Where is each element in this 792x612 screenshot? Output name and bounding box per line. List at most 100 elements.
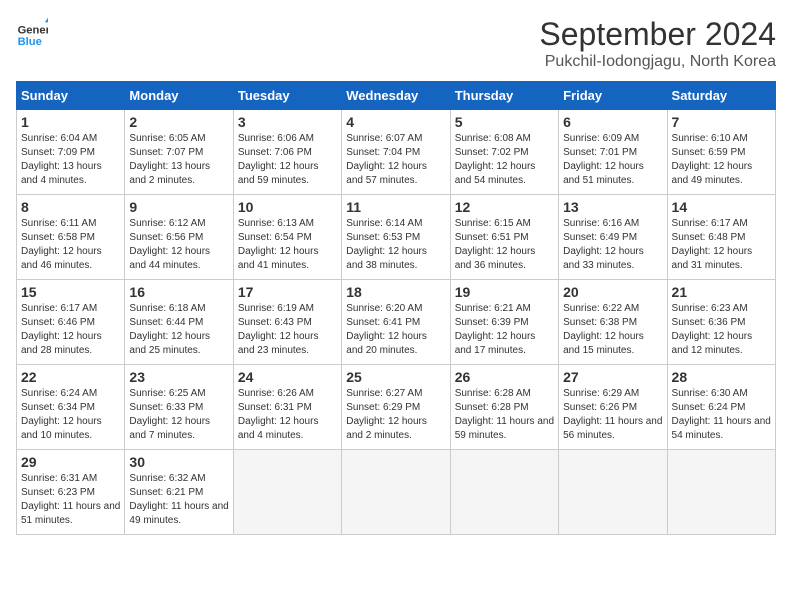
day-info: Sunrise: 6:21 AMSunset: 6:39 PMDaylight:… bbox=[455, 302, 554, 358]
day-number: 14 bbox=[672, 199, 771, 215]
day-number: 17 bbox=[238, 284, 337, 300]
calendar-day-cell: 11 Sunrise: 6:14 AMSunset: 6:53 PMDaylig… bbox=[342, 195, 450, 280]
calendar-day-cell bbox=[559, 450, 667, 535]
day-number: 4 bbox=[346, 114, 445, 130]
day-number: 30 bbox=[129, 454, 228, 470]
day-info: Sunrise: 6:04 AMSunset: 7:09 PMDaylight:… bbox=[21, 132, 120, 188]
calendar-day-cell: 19 Sunrise: 6:21 AMSunset: 6:39 PMDaylig… bbox=[450, 280, 558, 365]
calendar-day-cell: 20 Sunrise: 6:22 AMSunset: 6:38 PMDaylig… bbox=[559, 280, 667, 365]
day-info: Sunrise: 6:31 AMSunset: 6:23 PMDaylight:… bbox=[21, 472, 120, 528]
logo-icon: General Blue bbox=[16, 16, 48, 48]
calendar-day-cell bbox=[342, 450, 450, 535]
day-number: 1 bbox=[21, 114, 120, 130]
calendar-day-cell: 25 Sunrise: 6:27 AMSunset: 6:29 PMDaylig… bbox=[342, 365, 450, 450]
calendar-day-cell: 17 Sunrise: 6:19 AMSunset: 6:43 PMDaylig… bbox=[233, 280, 341, 365]
calendar-day-cell: 22 Sunrise: 6:24 AMSunset: 6:34 PMDaylig… bbox=[17, 365, 125, 450]
weekday-header-row: SundayMondayTuesdayWednesdayThursdayFrid… bbox=[17, 82, 776, 110]
day-info: Sunrise: 6:25 AMSunset: 6:33 PMDaylight:… bbox=[129, 387, 228, 443]
day-number: 28 bbox=[672, 369, 771, 385]
calendar-week-row: 8 Sunrise: 6:11 AMSunset: 6:58 PMDayligh… bbox=[17, 195, 776, 280]
day-info: Sunrise: 6:28 AMSunset: 6:28 PMDaylight:… bbox=[455, 387, 554, 443]
calendar-day-cell: 14 Sunrise: 6:17 AMSunset: 6:48 PMDaylig… bbox=[667, 195, 775, 280]
day-info: Sunrise: 6:30 AMSunset: 6:24 PMDaylight:… bbox=[672, 387, 771, 443]
day-number: 10 bbox=[238, 199, 337, 215]
day-number: 16 bbox=[129, 284, 228, 300]
weekday-header: Tuesday bbox=[233, 82, 341, 110]
calendar-day-cell: 29 Sunrise: 6:31 AMSunset: 6:23 PMDaylig… bbox=[17, 450, 125, 535]
day-info: Sunrise: 6:11 AMSunset: 6:58 PMDaylight:… bbox=[21, 217, 120, 273]
calendar-day-cell: 4 Sunrise: 6:07 AMSunset: 7:04 PMDayligh… bbox=[342, 110, 450, 195]
calendar-week-row: 15 Sunrise: 6:17 AMSunset: 6:46 PMDaylig… bbox=[17, 280, 776, 365]
calendar-day-cell: 16 Sunrise: 6:18 AMSunset: 6:44 PMDaylig… bbox=[125, 280, 233, 365]
day-number: 11 bbox=[346, 199, 445, 215]
day-number: 15 bbox=[21, 284, 120, 300]
day-number: 29 bbox=[21, 454, 120, 470]
weekday-header: Saturday bbox=[667, 82, 775, 110]
calendar-day-cell: 7 Sunrise: 6:10 AMSunset: 6:59 PMDayligh… bbox=[667, 110, 775, 195]
calendar-day-cell: 5 Sunrise: 6:08 AMSunset: 7:02 PMDayligh… bbox=[450, 110, 558, 195]
weekday-header: Wednesday bbox=[342, 82, 450, 110]
day-info: Sunrise: 6:17 AMSunset: 6:48 PMDaylight:… bbox=[672, 217, 771, 273]
day-info: Sunrise: 6:10 AMSunset: 6:59 PMDaylight:… bbox=[672, 132, 771, 188]
day-number: 2 bbox=[129, 114, 228, 130]
day-number: 9 bbox=[129, 199, 228, 215]
day-info: Sunrise: 6:14 AMSunset: 6:53 PMDaylight:… bbox=[346, 217, 445, 273]
calendar-day-cell: 15 Sunrise: 6:17 AMSunset: 6:46 PMDaylig… bbox=[17, 280, 125, 365]
weekday-header: Thursday bbox=[450, 82, 558, 110]
day-number: 3 bbox=[238, 114, 337, 130]
calendar-day-cell: 30 Sunrise: 6:32 AMSunset: 6:21 PMDaylig… bbox=[125, 450, 233, 535]
calendar-day-cell: 21 Sunrise: 6:23 AMSunset: 6:36 PMDaylig… bbox=[667, 280, 775, 365]
location-title: Pukchil-Iodongjagu, North Korea bbox=[539, 53, 776, 71]
day-number: 8 bbox=[21, 199, 120, 215]
calendar-week-row: 29 Sunrise: 6:31 AMSunset: 6:23 PMDaylig… bbox=[17, 450, 776, 535]
calendar-day-cell: 24 Sunrise: 6:26 AMSunset: 6:31 PMDaylig… bbox=[233, 365, 341, 450]
calendar-day-cell bbox=[233, 450, 341, 535]
weekday-header: Monday bbox=[125, 82, 233, 110]
day-info: Sunrise: 6:15 AMSunset: 6:51 PMDaylight:… bbox=[455, 217, 554, 273]
day-info: Sunrise: 6:17 AMSunset: 6:46 PMDaylight:… bbox=[21, 302, 120, 358]
calendar-day-cell: 26 Sunrise: 6:28 AMSunset: 6:28 PMDaylig… bbox=[450, 365, 558, 450]
day-number: 12 bbox=[455, 199, 554, 215]
logo: General Blue bbox=[16, 16, 48, 48]
month-title: September 2024 bbox=[539, 16, 776, 53]
svg-text:General: General bbox=[18, 25, 48, 37]
day-info: Sunrise: 6:16 AMSunset: 6:49 PMDaylight:… bbox=[563, 217, 662, 273]
title-area: September 2024 Pukchil-Iodongjagu, North… bbox=[539, 16, 776, 71]
weekday-header: Sunday bbox=[17, 82, 125, 110]
day-info: Sunrise: 6:26 AMSunset: 6:31 PMDaylight:… bbox=[238, 387, 337, 443]
calendar-table: SundayMondayTuesdayWednesdayThursdayFrid… bbox=[16, 81, 776, 535]
day-number: 19 bbox=[455, 284, 554, 300]
day-info: Sunrise: 6:05 AMSunset: 7:07 PMDaylight:… bbox=[129, 132, 228, 188]
calendar-day-cell bbox=[667, 450, 775, 535]
day-info: Sunrise: 6:27 AMSunset: 6:29 PMDaylight:… bbox=[346, 387, 445, 443]
calendar-day-cell: 3 Sunrise: 6:06 AMSunset: 7:06 PMDayligh… bbox=[233, 110, 341, 195]
day-info: Sunrise: 6:06 AMSunset: 7:06 PMDaylight:… bbox=[238, 132, 337, 188]
day-info: Sunrise: 6:32 AMSunset: 6:21 PMDaylight:… bbox=[129, 472, 228, 528]
day-info: Sunrise: 6:08 AMSunset: 7:02 PMDaylight:… bbox=[455, 132, 554, 188]
day-number: 21 bbox=[672, 284, 771, 300]
calendar-week-row: 22 Sunrise: 6:24 AMSunset: 6:34 PMDaylig… bbox=[17, 365, 776, 450]
day-info: Sunrise: 6:09 AMSunset: 7:01 PMDaylight:… bbox=[563, 132, 662, 188]
calendar-day-cell: 1 Sunrise: 6:04 AMSunset: 7:09 PMDayligh… bbox=[17, 110, 125, 195]
day-info: Sunrise: 6:12 AMSunset: 6:56 PMDaylight:… bbox=[129, 217, 228, 273]
calendar-day-cell: 12 Sunrise: 6:15 AMSunset: 6:51 PMDaylig… bbox=[450, 195, 558, 280]
day-number: 26 bbox=[455, 369, 554, 385]
day-info: Sunrise: 6:22 AMSunset: 6:38 PMDaylight:… bbox=[563, 302, 662, 358]
day-info: Sunrise: 6:13 AMSunset: 6:54 PMDaylight:… bbox=[238, 217, 337, 273]
svg-text:Blue: Blue bbox=[18, 36, 42, 48]
page-header: General Blue September 2024 Pukchil-Iodo… bbox=[16, 16, 776, 71]
day-number: 13 bbox=[563, 199, 662, 215]
calendar-day-cell: 10 Sunrise: 6:13 AMSunset: 6:54 PMDaylig… bbox=[233, 195, 341, 280]
weekday-header: Friday bbox=[559, 82, 667, 110]
day-number: 25 bbox=[346, 369, 445, 385]
day-info: Sunrise: 6:24 AMSunset: 6:34 PMDaylight:… bbox=[21, 387, 120, 443]
day-number: 20 bbox=[563, 284, 662, 300]
day-number: 24 bbox=[238, 369, 337, 385]
calendar-week-row: 1 Sunrise: 6:04 AMSunset: 7:09 PMDayligh… bbox=[17, 110, 776, 195]
calendar-day-cell: 27 Sunrise: 6:29 AMSunset: 6:26 PMDaylig… bbox=[559, 365, 667, 450]
day-info: Sunrise: 6:23 AMSunset: 6:36 PMDaylight:… bbox=[672, 302, 771, 358]
day-info: Sunrise: 6:29 AMSunset: 6:26 PMDaylight:… bbox=[563, 387, 662, 443]
day-number: 5 bbox=[455, 114, 554, 130]
day-info: Sunrise: 6:18 AMSunset: 6:44 PMDaylight:… bbox=[129, 302, 228, 358]
day-info: Sunrise: 6:20 AMSunset: 6:41 PMDaylight:… bbox=[346, 302, 445, 358]
